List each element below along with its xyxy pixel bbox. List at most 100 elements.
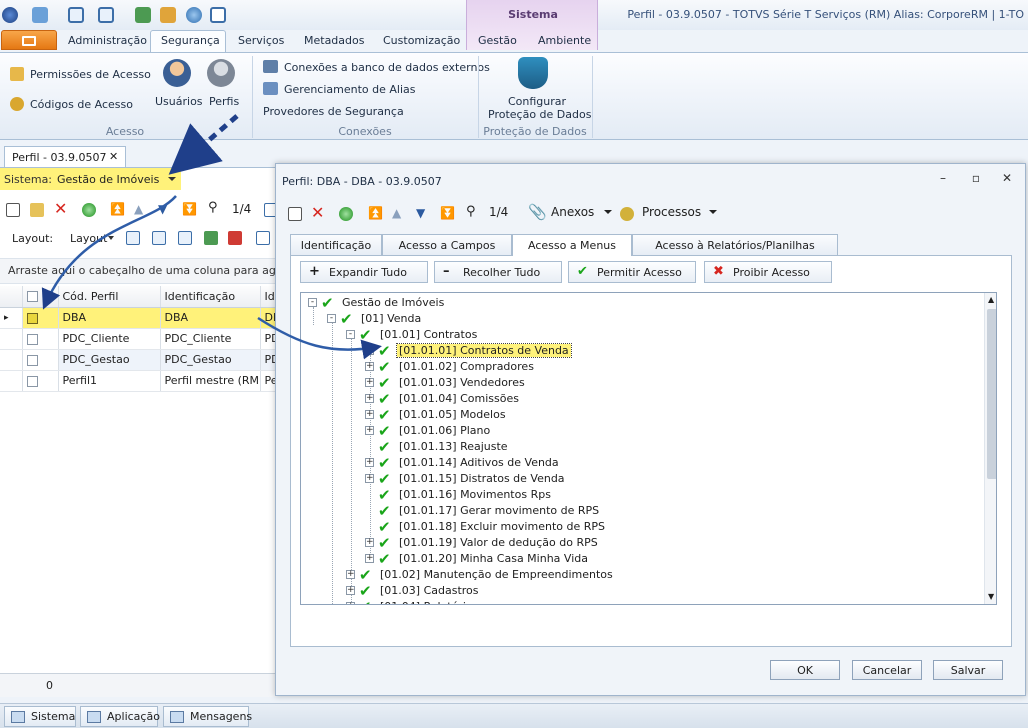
filter-icon[interactable] [178, 231, 192, 245]
anexos-button[interactable]: Anexos [551, 205, 594, 219]
grid-layout-icon[interactable] [126, 231, 140, 245]
tab-seguranca[interactable]: Segurança [161, 34, 220, 47]
delete-icon[interactable]: ✕ [54, 199, 67, 218]
chevron-down-icon[interactable] [604, 210, 612, 214]
chevron-down-icon[interactable] [108, 236, 114, 240]
column-header-identificacao[interactable]: Identificação [160, 286, 261, 308]
next-record-icon[interactable]: ▼ [158, 202, 167, 216]
minimize-icon[interactable]: – [936, 172, 950, 184]
run-icon[interactable] [135, 7, 151, 23]
perfis-button[interactable]: Perfis [209, 95, 239, 108]
edit-icon[interactable] [30, 203, 44, 217]
checkbox-header[interactable] [22, 286, 59, 308]
previous-record-icon[interactable]: ▲ [134, 202, 143, 216]
expand-icon[interactable]: + [346, 586, 355, 595]
tab-acesso-campos[interactable]: Acesso a Campos [382, 234, 512, 255]
scroll-down-icon[interactable]: ▼ [988, 592, 994, 601]
status-mensagens-button[interactable]: Mensagens [163, 706, 252, 727]
tab-metadados[interactable]: Metadados [304, 34, 364, 47]
row-checkbox[interactable] [26, 354, 38, 366]
document-tab-perfil[interactable]: Perfil - 03.9.0507 ✕ [4, 146, 126, 168]
tab-acesso-menus[interactable]: Acesso a Menus [512, 234, 632, 256]
chevron-down-icon[interactable] [709, 210, 717, 214]
table-row[interactable]: ▸ DBA DBA DB [0, 307, 278, 329]
cell-identificacao[interactable]: PDC_Gestao [160, 349, 261, 371]
export-icon[interactable] [204, 231, 218, 245]
maximize-icon[interactable]: ▫ [969, 172, 983, 184]
check-icon[interactable]: ✔ [378, 550, 391, 568]
expand-icon[interactable]: + [346, 602, 355, 604]
expand-icon[interactable]: + [346, 570, 355, 579]
tab-acesso-relatorios[interactable]: Acesso à Relatórios/Planilhas [632, 234, 838, 255]
ok-button[interactable]: OK [770, 660, 840, 680]
collapse-icon[interactable]: - [327, 314, 336, 323]
check-icon[interactable]: ✔ [321, 294, 334, 312]
sistema-value[interactable]: Gestão de Imóveis [57, 173, 159, 186]
configurar-line1[interactable]: Configurar [508, 95, 566, 108]
permitir-acesso-button[interactable]: ✔ Permitir Acesso [568, 261, 696, 283]
first-record-icon[interactable]: ⏫ [110, 202, 125, 216]
expand-icon[interactable]: + [365, 458, 374, 467]
wand-icon[interactable] [160, 7, 176, 23]
cell-identificacao[interactable]: DBA [160, 307, 261, 329]
tab-customizacao[interactable]: Customização [383, 34, 460, 47]
proibir-acesso-button[interactable]: ✖ Proibir Acesso [704, 261, 832, 283]
cell-identificacao[interactable]: PDC_Cliente [160, 328, 261, 350]
cell-identificacao[interactable]: Perfil mestre (RM... [160, 370, 261, 392]
gerenciamento-alias-button[interactable]: Gerenciamento de Alias [284, 83, 416, 96]
next-record-icon[interactable]: ▼ [416, 206, 425, 220]
expand-icon[interactable]: + [365, 346, 374, 355]
new-icon[interactable] [288, 207, 302, 221]
row-checkbox[interactable] [26, 312, 38, 324]
row-checkbox-cell[interactable] [22, 349, 59, 371]
import-icon[interactable] [228, 231, 242, 245]
cell-cod-perfil[interactable]: Perfil1 [58, 370, 161, 392]
collapse-icon[interactable]: - [308, 298, 317, 307]
columns-icon[interactable] [152, 231, 166, 245]
expandir-tudo-button[interactable]: + Expandir Tudo [300, 261, 428, 283]
previous-record-icon[interactable]: ▲ [392, 206, 401, 220]
delete-icon[interactable]: ✕ [311, 203, 324, 222]
app-logo-icon[interactable] [2, 7, 18, 23]
scroll-up-icon[interactable]: ▲ [988, 295, 994, 304]
expand-icon[interactable]: + [365, 362, 374, 371]
codigos-acesso-button[interactable]: Códigos de Acesso [30, 98, 133, 111]
configurar-protecao-button[interactable]: Proteção de Dados [488, 108, 591, 121]
window-icon[interactable] [68, 7, 84, 23]
application-menu-button[interactable] [1, 30, 57, 50]
tree-scrollbar[interactable]: ▲ ▼ [984, 293, 996, 604]
binoculars-icon[interactable]: ⚲ [466, 204, 476, 219]
expand-icon[interactable]: + [365, 410, 374, 419]
column-header-cod-perfil[interactable]: Cód. Perfil [58, 286, 161, 308]
tab-identificacao[interactable]: Identificação [290, 234, 382, 255]
expand-icon[interactable]: + [365, 554, 374, 563]
close-icon[interactable]: ✕ [109, 150, 118, 163]
check-icon[interactable]: ✔ [340, 310, 353, 328]
menu-access-tree[interactable]: - ✔ Gestão de Imóveis - ✔ [01] Venda - ✔ [01.01]… [300, 292, 997, 605]
tab-gestao[interactable]: Gestão [478, 34, 517, 47]
expand-icon[interactable]: + [365, 474, 374, 483]
row-checkbox-cell[interactable] [22, 370, 59, 392]
layout-menu[interactable]: Layout [70, 232, 107, 245]
check-icon[interactable]: ✔ [359, 598, 372, 604]
chevron-down-icon[interactable] [168, 177, 176, 181]
cell-cod-perfil[interactable]: PDC_Gestao [58, 349, 161, 371]
collapse-icon[interactable]: - [346, 330, 355, 339]
refresh-icon[interactable] [339, 207, 353, 221]
cell-cod-perfil[interactable]: PDC_Cliente [58, 328, 161, 350]
expand-icon[interactable]: + [365, 538, 374, 547]
copy-icon[interactable] [210, 7, 226, 23]
dashboard-icon[interactable] [98, 7, 114, 23]
status-aplicacao-button[interactable]: Aplicação [80, 706, 160, 727]
processos-button[interactable]: Processos [642, 205, 701, 219]
row-checkbox-cell[interactable] [22, 307, 59, 329]
row-checkbox[interactable] [26, 375, 38, 387]
expand-icon[interactable]: + [365, 394, 374, 403]
table-row[interactable]: PDC_Gestao PDC_Gestao PD [0, 349, 278, 371]
expand-icon[interactable]: + [365, 426, 374, 435]
select-all-checkbox[interactable] [26, 291, 38, 303]
provedores-seguranca-button[interactable]: Provedores de Segurança [263, 105, 404, 118]
expand-icon[interactable]: + [365, 378, 374, 387]
binoculars-icon[interactable]: ⚲ [208, 200, 218, 215]
tab-ambiente[interactable]: Ambiente [538, 34, 591, 47]
